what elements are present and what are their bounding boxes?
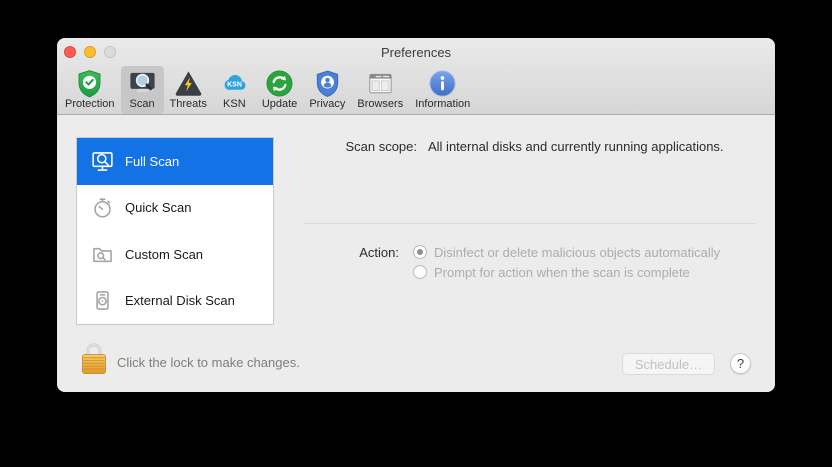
lock-hint-text: Click the lock to make changes.: [117, 355, 300, 370]
sidebar-item-full-scan[interactable]: Full Scan: [77, 138, 273, 185]
toolbar-item-ksn[interactable]: KSN KSN: [213, 66, 256, 114]
toolbar-item-label: KSN: [223, 98, 246, 110]
information-icon: [429, 70, 456, 97]
ksn-cloud-icon: KSN: [224, 75, 246, 90]
toolbar-item-label: Browsers: [357, 98, 404, 110]
radio-option-label: Disinfect or delete malicious objects au…: [434, 244, 721, 260]
external-disk-scan-icon: [96, 291, 109, 311]
schedule-button[interactable]: Schedule…: [622, 353, 715, 375]
window-title: Preferences: [380, 44, 452, 60]
toolbar-item-protection[interactable]: Protection: [59, 66, 121, 114]
desktop-background: { "window": { "title": "Preferences" }, …: [0, 0, 832, 467]
toolbar-item-scan[interactable]: Scan: [120, 66, 164, 114]
help-button[interactable]: ?: [730, 353, 751, 374]
toolbar-item-label: Update: [261, 98, 298, 110]
toolbar-item-browsers[interactable]: Browsers: [351, 66, 409, 114]
radio-selected-icon: [413, 245, 427, 259]
privacy-shield-icon: [316, 70, 338, 98]
toolbar-item-label: Privacy: [309, 98, 346, 110]
window-chrome: Preferences Protection Scan Threats KSN …: [57, 38, 775, 115]
custom-scan-icon: [93, 247, 112, 262]
action-label: Action:: [359, 245, 399, 260]
toolbar-item-privacy[interactable]: Privacy: [303, 66, 351, 114]
toolbar-item-label: Information: [415, 98, 471, 110]
close-button[interactable]: [64, 46, 76, 58]
section-divider: [304, 223, 756, 224]
title-bar: Preferences: [57, 38, 775, 66]
sidebar-item-quick-scan[interactable]: Quick Scan: [77, 185, 273, 232]
zoom-button[interactable]: [104, 46, 116, 58]
scan-monitor-icon: [129, 72, 155, 92]
traffic-lights: [64, 38, 116, 66]
toolbar: Protection Scan Threats KSN KSN Update P…: [57, 66, 775, 114]
sidebar-item-custom-scan[interactable]: Custom Scan: [77, 231, 273, 278]
radio-option-disinfect[interactable]: Disinfect or delete malicious objects au…: [413, 244, 720, 260]
scan-scope-value: All internal disks and currently running…: [428, 139, 724, 154]
toolbar-item-label: Threats: [169, 98, 207, 110]
toolbar-item-label: Scan: [129, 98, 155, 110]
preferences-window: Preferences Protection Scan Threats KSN …: [57, 38, 775, 392]
scan-type-list: Full Scan Quick Scan Custom Scan Externa…: [76, 137, 274, 325]
toolbar-item-label: Protection: [65, 98, 115, 110]
radio-unselected-icon: [413, 265, 427, 279]
full-scan-icon: [92, 151, 113, 171]
sidebar-item-external-disk-scan[interactable]: External Disk Scan: [77, 278, 273, 325]
preferences-content: Full Scan Quick Scan Custom Scan Externa…: [57, 115, 775, 392]
lock-icon[interactable]: [80, 340, 108, 376]
browsers-window-icon: [369, 73, 392, 94]
threats-warning-icon: [175, 71, 201, 96]
toolbar-item-update[interactable]: Update: [256, 66, 303, 114]
radio-option-prompt[interactable]: Prompt for action when the scan is compl…: [413, 264, 690, 280]
quick-scan-icon: [94, 198, 111, 218]
toolbar-item-information[interactable]: Information: [409, 66, 476, 114]
protection-shield-icon: [78, 70, 101, 98]
sidebar-item-label: External Disk Scan: [125, 293, 235, 309]
sidebar-item-label: Quick Scan: [125, 200, 192, 216]
update-refresh-icon: [266, 70, 293, 97]
sidebar-item-label: Full Scan: [125, 153, 180, 169]
sidebar-item-label: Custom Scan: [125, 246, 204, 262]
ksn-cloud-label: KSN: [227, 81, 242, 88]
toolbar-item-threats[interactable]: Threats: [164, 66, 213, 114]
minimize-button[interactable]: [84, 46, 96, 58]
scan-scope-label: Scan scope:: [345, 139, 417, 154]
radio-option-label: Prompt for action when the scan is compl…: [434, 264, 690, 280]
